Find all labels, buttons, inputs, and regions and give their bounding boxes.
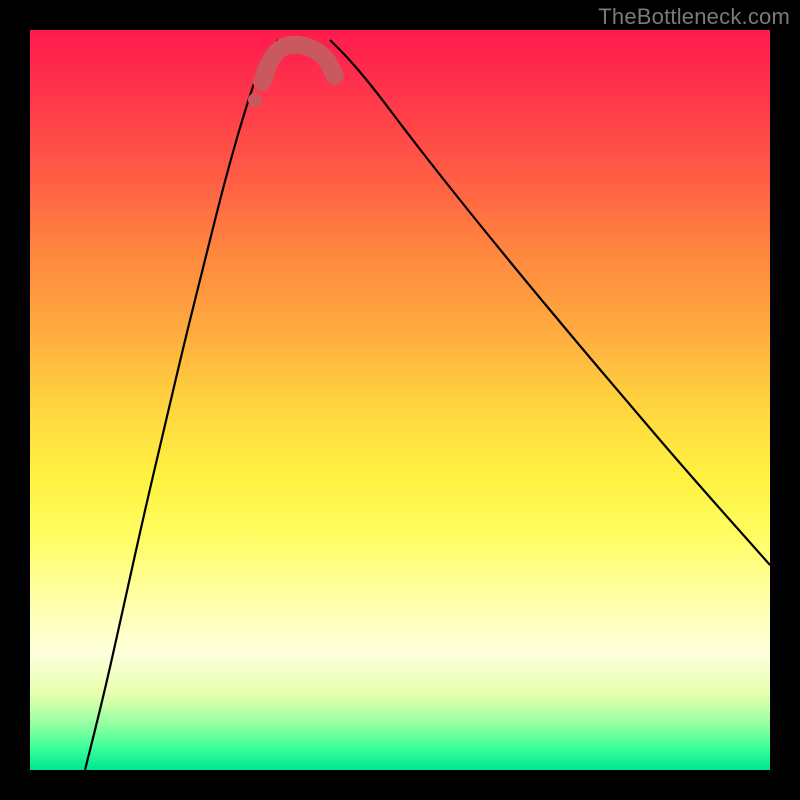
series-left-curve: [85, 40, 278, 770]
curve-svg: [30, 30, 770, 770]
series-valley-marker: [262, 45, 335, 82]
path-right-curve: [330, 40, 770, 565]
watermark-text: TheBottleneck.com: [598, 4, 790, 30]
plot-area: [30, 30, 770, 770]
path-left-curve: [85, 40, 278, 770]
path-valley-marker: [262, 45, 335, 82]
pre-valley-dot: [248, 93, 262, 107]
annotations-layer: [248, 93, 262, 107]
chart-frame: TheBottleneck.com: [0, 0, 800, 800]
series-right-curve: [330, 40, 770, 565]
